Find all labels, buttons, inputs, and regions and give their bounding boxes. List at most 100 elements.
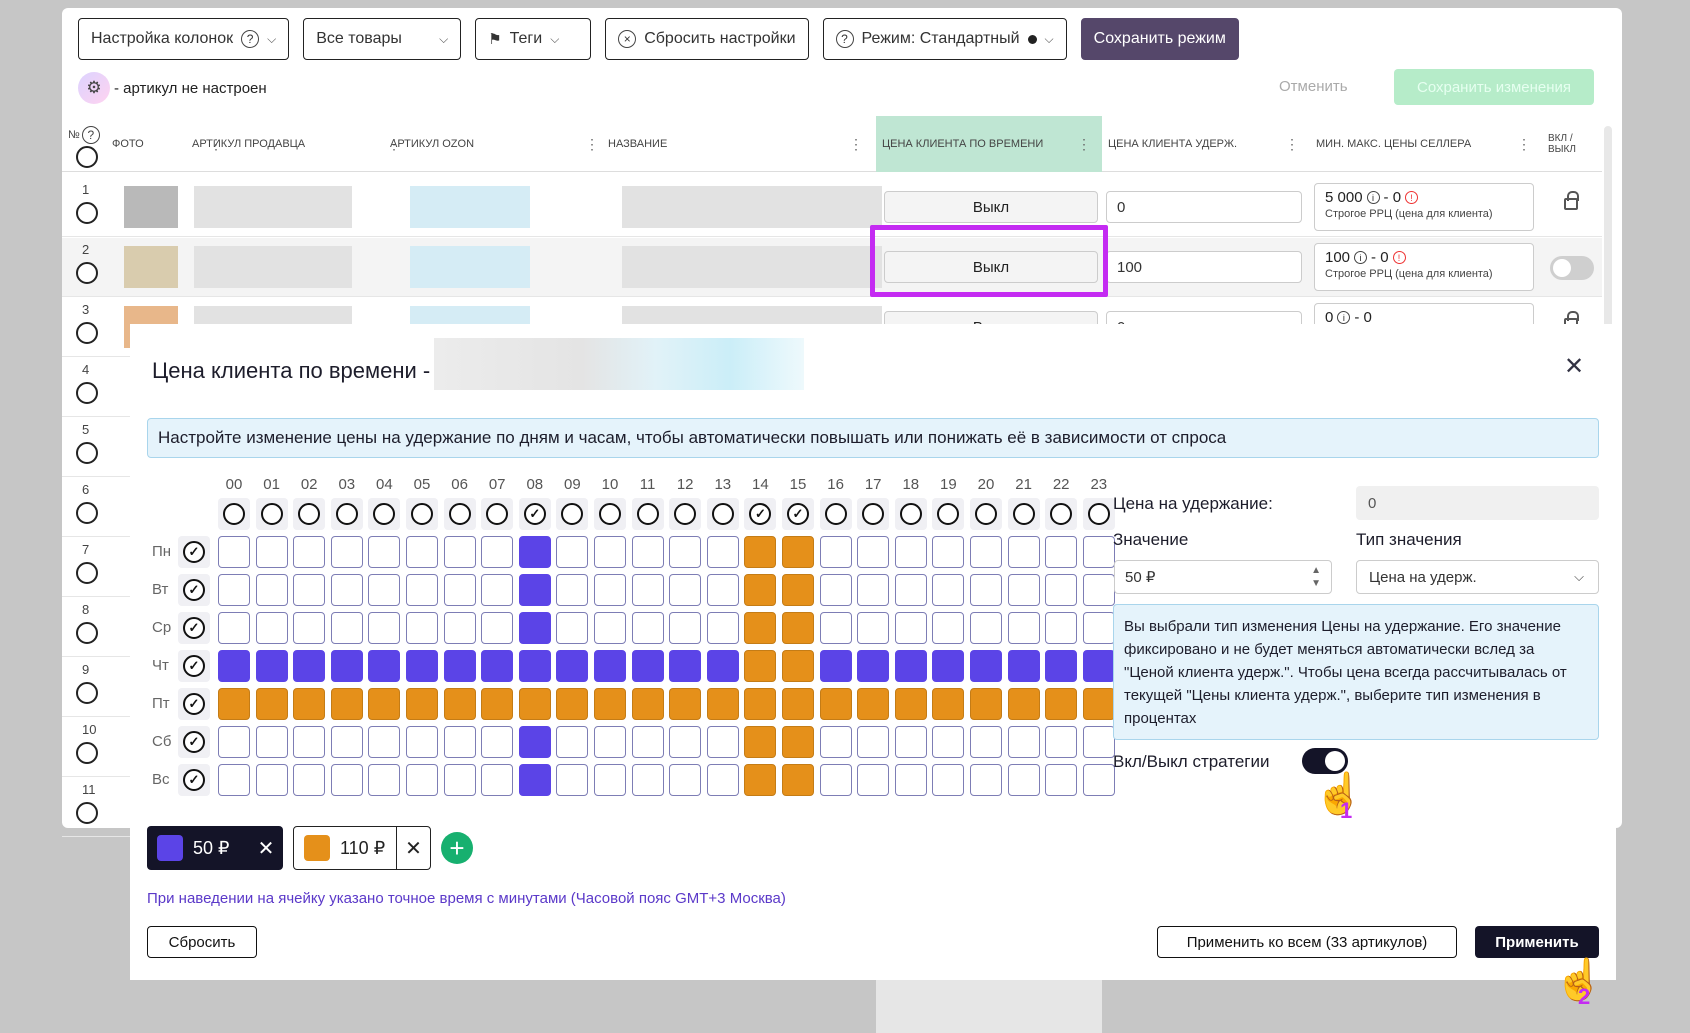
schedule-cell[interactable] — [744, 612, 777, 644]
header-seller-sku[interactable]: АРТИКУЛ ПРОДАВЦА ⋮ — [186, 116, 412, 172]
schedule-cell[interactable] — [518, 688, 551, 720]
schedule-cell[interactable] — [1082, 612, 1115, 644]
schedule-cell[interactable] — [368, 726, 401, 758]
schedule-cell[interactable] — [744, 688, 777, 720]
header-name[interactable]: НАЗВАНИЕ ⋮ — [602, 116, 874, 172]
schedule-cell[interactable] — [669, 726, 702, 758]
hour-checkbox[interactable] — [1007, 498, 1040, 530]
schedule-cell[interactable] — [819, 650, 852, 682]
hour-checkbox[interactable] — [894, 498, 927, 530]
schedule-cell[interactable] — [1045, 612, 1078, 644]
schedule-cell[interactable] — [782, 650, 814, 682]
schedule-cell[interactable] — [782, 536, 814, 568]
schedule-cell[interactable] — [406, 612, 438, 644]
value-type-select[interactable]: Цена на удерж. ⌵ — [1356, 560, 1599, 594]
schedule-cell[interactable] — [443, 574, 476, 606]
schedule-cell[interactable] — [481, 536, 514, 568]
schedule-cell[interactable] — [518, 536, 551, 568]
hour-checkbox[interactable] — [669, 498, 702, 530]
stepper-arrows-icon[interactable]: ▲ ▼ — [1311, 564, 1321, 590]
row-select-radio[interactable] — [76, 502, 98, 524]
schedule-cell[interactable] — [518, 574, 551, 606]
schedule-cell[interactable] — [857, 726, 890, 758]
schedule-cell[interactable] — [819, 726, 852, 758]
hour-checkbox[interactable] — [594, 498, 626, 530]
schedule-cell[interactable] — [970, 726, 1002, 758]
time-price-button[interactable]: Выкл — [884, 191, 1098, 223]
schedule-cell[interactable] — [857, 688, 890, 720]
schedule-cell[interactable] — [857, 536, 890, 568]
schedule-cell[interactable] — [330, 726, 363, 758]
schedule-cell[interactable] — [443, 726, 476, 758]
schedule-cell[interactable] — [1007, 574, 1040, 606]
schedule-cell[interactable] — [631, 574, 664, 606]
schedule-cell[interactable] — [293, 650, 326, 682]
schedule-cell[interactable] — [406, 574, 438, 606]
hour-checkbox[interactable] — [255, 498, 288, 530]
close-icon[interactable]: ✕ — [396, 826, 430, 870]
schedule-cell[interactable] — [932, 688, 965, 720]
schedule-cell[interactable] — [894, 726, 927, 758]
mode-select[interactable]: ? Режим: Стандартный ⌵ — [822, 18, 1067, 60]
schedule-cell[interactable] — [218, 536, 250, 568]
schedule-cell[interactable] — [255, 650, 288, 682]
schedule-cell[interactable] — [406, 688, 438, 720]
schedule-cell[interactable] — [970, 612, 1002, 644]
schedule-cell[interactable] — [631, 688, 664, 720]
schedule-cell[interactable] — [330, 574, 363, 606]
hour-checkbox[interactable] — [1045, 498, 1078, 530]
column-menu-icon[interactable]: ⋮ — [1517, 136, 1531, 153]
schedule-cell[interactable] — [631, 612, 664, 644]
schedule-cell[interactable] — [218, 612, 250, 644]
schedule-cell[interactable] — [894, 764, 927, 796]
header-hold-price[interactable]: ЦЕНА КЛИЕНТА УДЕРЖ. ⋮ — [1102, 116, 1310, 172]
day-checkbox[interactable]: ✓ — [178, 574, 210, 606]
hour-checkbox[interactable] — [970, 498, 1002, 530]
schedule-cell[interactable] — [594, 612, 626, 644]
schedule-cell[interactable] — [1007, 688, 1040, 720]
schedule-cell[interactable] — [368, 764, 401, 796]
close-icon[interactable]: ✕ — [1562, 353, 1586, 380]
hour-checkbox[interactable] — [293, 498, 326, 530]
schedule-cell[interactable] — [556, 726, 589, 758]
schedule-cell[interactable] — [631, 650, 664, 682]
schedule-cell[interactable] — [669, 764, 702, 796]
schedule-cell[interactable] — [970, 574, 1002, 606]
schedule-cell[interactable] — [293, 726, 326, 758]
day-checkbox[interactable]: ✓ — [178, 726, 210, 758]
schedule-cell[interactable] — [819, 612, 852, 644]
schedule-cell[interactable] — [1082, 726, 1115, 758]
header-ozon-sku[interactable]: АРТИКУЛ OZON ⋮ — [384, 116, 610, 172]
schedule-cell[interactable] — [556, 612, 589, 644]
schedule-cell[interactable] — [481, 726, 514, 758]
save-changes-button[interactable]: Сохранить изменения — [1394, 69, 1594, 105]
hour-checkbox[interactable] — [706, 498, 739, 530]
schedule-cell[interactable] — [368, 612, 401, 644]
apply-button[interactable]: Применить — [1475, 926, 1599, 958]
hold-price-input[interactable]: 100 — [1106, 251, 1302, 283]
schedule-cell[interactable] — [819, 536, 852, 568]
schedule-cell[interactable] — [481, 574, 514, 606]
day-checkbox[interactable]: ✓ — [178, 612, 210, 644]
schedule-cell[interactable] — [970, 536, 1002, 568]
schedule-cell[interactable] — [443, 688, 476, 720]
schedule-cell[interactable] — [744, 764, 777, 796]
header-time-price[interactable]: ЦЕНА КЛИЕНТА ПО ВРЕМЕНИ ⋮ — [876, 116, 1102, 172]
header-minmax[interactable]: МИН. МАКС. ЦЕНЫ СЕЛЛЕРА ⋮ — [1310, 116, 1542, 172]
schedule-cell[interactable] — [970, 688, 1002, 720]
schedule-cell[interactable] — [556, 536, 589, 568]
schedule-cell[interactable] — [894, 612, 927, 644]
schedule-cell[interactable] — [1007, 764, 1040, 796]
price-chip-1[interactable]: 50 ₽ ✕ — [147, 826, 283, 870]
schedule-cell[interactable] — [631, 726, 664, 758]
schedule-cell[interactable] — [406, 650, 438, 682]
schedule-cell[interactable] — [706, 688, 739, 720]
schedule-cell[interactable] — [706, 726, 739, 758]
schedule-cell[interactable] — [594, 726, 626, 758]
value-input[interactable]: 50 ₽ ▲ ▼ — [1114, 560, 1332, 594]
schedule-cell[interactable] — [1082, 650, 1115, 682]
minmax-price-box[interactable]: 100 i - 0 ! Строгое РРЦ (цена для клиент… — [1314, 243, 1534, 291]
schedule-cell[interactable] — [255, 688, 288, 720]
column-menu-icon[interactable]: ⋮ — [585, 136, 599, 153]
schedule-cell[interactable] — [481, 650, 514, 682]
